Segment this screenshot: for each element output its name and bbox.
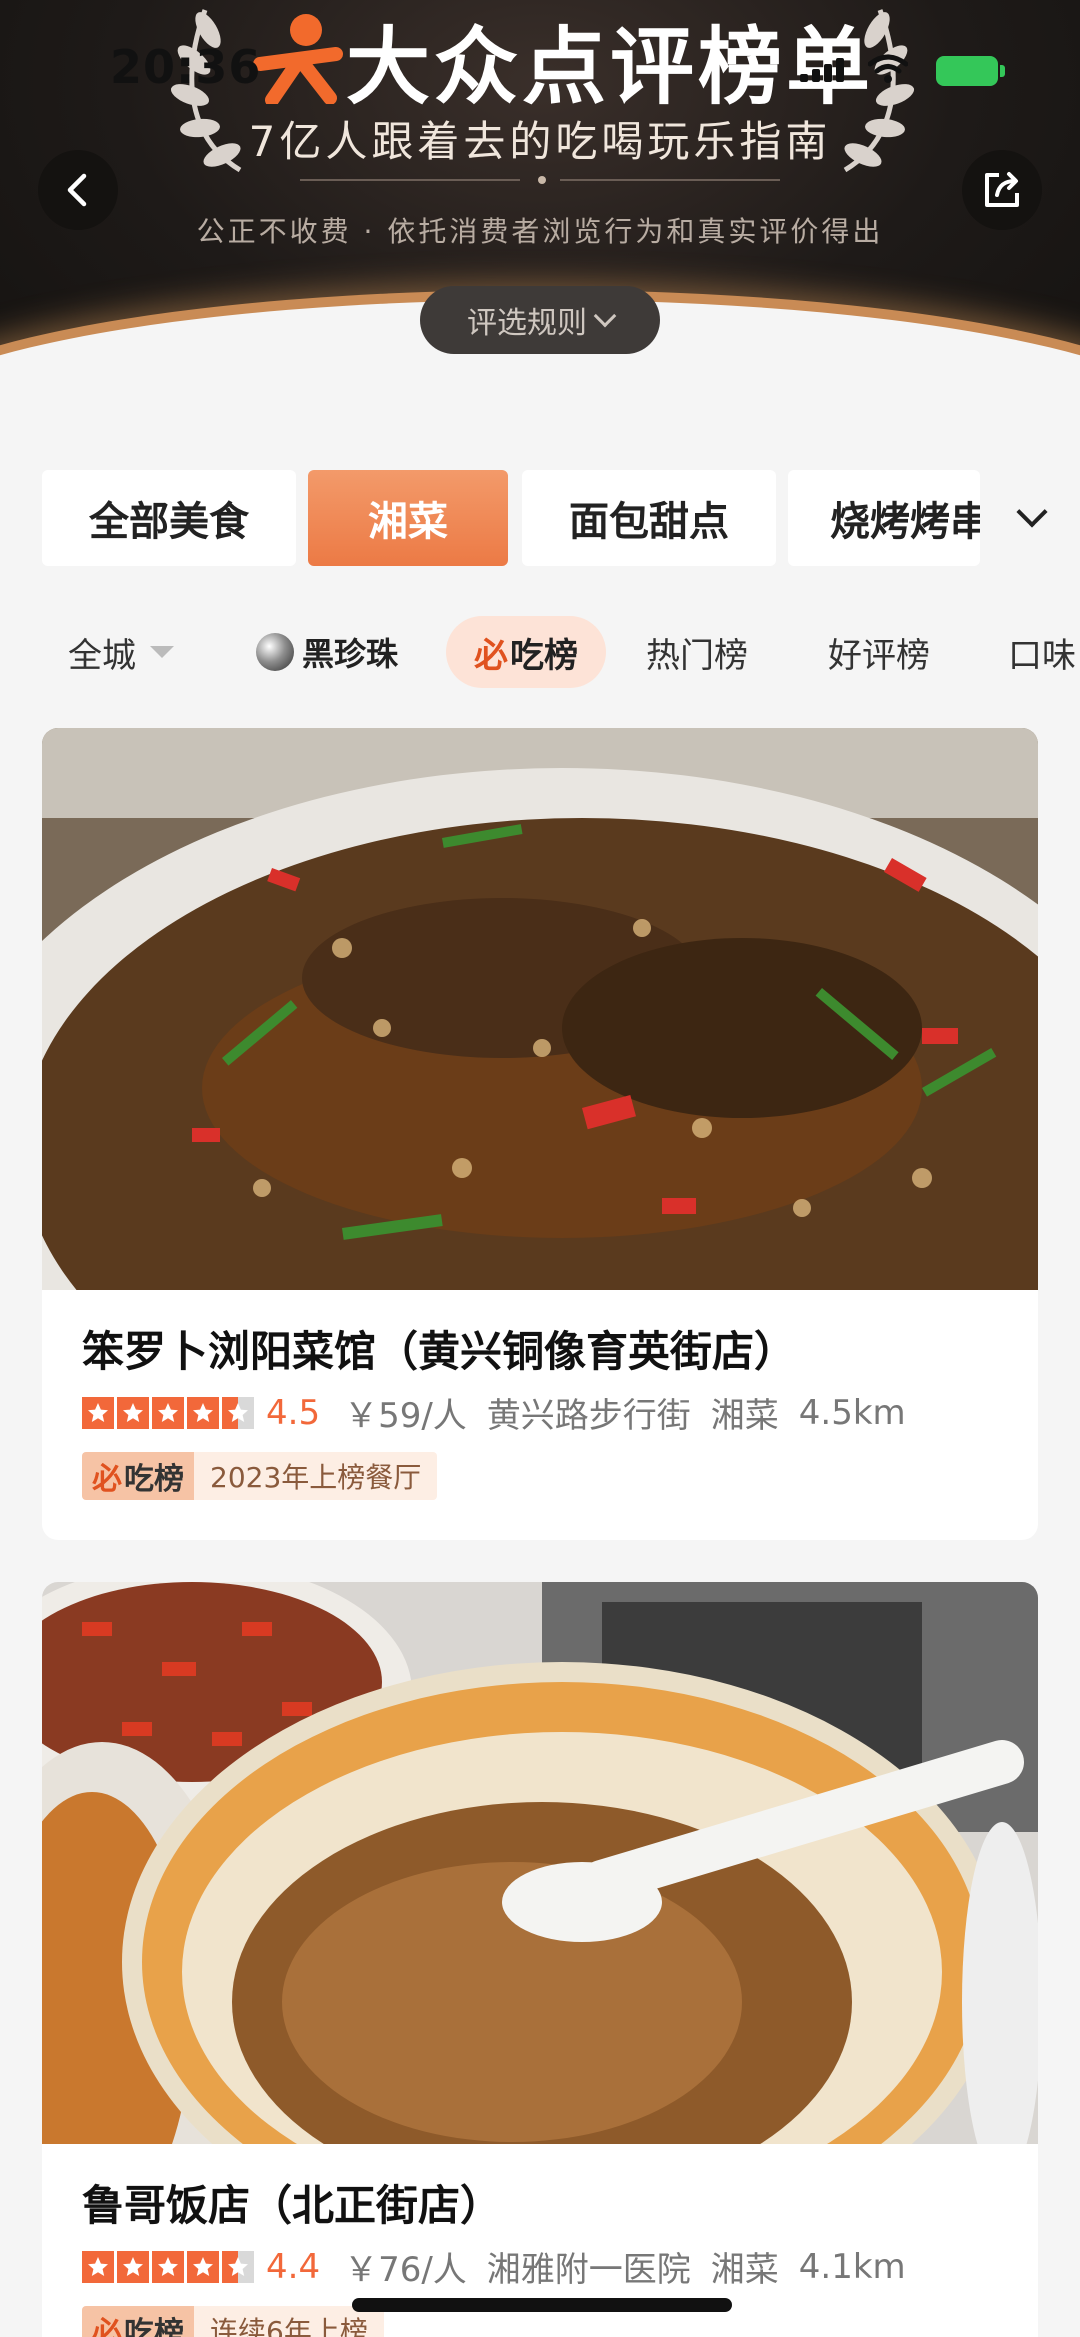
restaurant-photo: [42, 1582, 1038, 2144]
must-eat-logo-icon: 必: [92, 2316, 122, 2337]
must-eat-badge: 必 吃榜 2023年上榜餐厅: [82, 1452, 438, 1500]
star-icon: [152, 1396, 184, 1429]
star-icon: [152, 2250, 184, 2283]
wifi-icon: [868, 54, 908, 83]
divider-dot: [538, 176, 546, 184]
caret-down-icon: [150, 646, 174, 658]
city-filter-label: 全城: [68, 635, 136, 676]
rating-score: 4.5: [266, 1392, 321, 1433]
star-icon: [82, 1396, 114, 1429]
page-tagline: 公正不收费 · 依托消费者浏览行为和真实评价得出: [196, 215, 884, 248]
home-indicator[interactable]: [352, 2298, 732, 2312]
filter-taste-list[interactable]: 口味: [1008, 616, 1076, 688]
price-per-person: ￥59/人: [344, 1396, 467, 1436]
restaurant-meta: 4.4 ￥76/人 湘雅附一医院 湘菜 4.1km: [82, 2242, 926, 2291]
status-bar: 20:36: [0, 0, 1080, 140]
restaurant-name: 笨罗卜浏阳菜馆（黄兴铜像育英街店）: [82, 1327, 797, 1376]
star-icon: [222, 1396, 254, 1429]
must-eat-badge: 必 吃榜 连续6年上榜: [82, 2306, 384, 2337]
divider-left: [300, 179, 520, 181]
restaurant-photo: [42, 728, 1038, 1290]
restaurant-card[interactable]: 笨罗卜浏阳菜馆（黄兴铜像育英街店） 4.5 ￥59/人 黄兴路步行街 湘菜 4.…: [42, 728, 1038, 1540]
share-icon: [985, 172, 1019, 207]
status-time: 20:36: [110, 40, 262, 94]
restaurant-name: 鲁哥饭店（北正街店）: [82, 2181, 503, 2230]
star-icon: [82, 2250, 114, 2283]
city-filter-dropdown[interactable]: 全城: [68, 616, 174, 688]
filter-black-pearl[interactable]: 黑珍珠: [256, 616, 398, 688]
filter-good-review-list[interactable]: 好评榜: [828, 616, 930, 688]
must-eat-label: 吃榜: [510, 635, 578, 676]
category-tab-strip: 全部美食 湘菜 面包甜点 烧烤烤串: [0, 452, 980, 582]
divider-right: [560, 179, 780, 181]
black-pearl-icon: [256, 633, 294, 671]
filter-hot-list[interactable]: 热门榜: [646, 616, 748, 688]
tab-bbq[interactable]: 烧烤烤串: [788, 470, 980, 566]
more-categories-button[interactable]: [984, 470, 1080, 566]
ranking-filter-row: 全城 黑珍珠 必 吃榜 热门榜 好评榜 口味: [0, 604, 1080, 700]
price-per-person: ￥76/人: [344, 2250, 467, 2290]
star-icon: [117, 1396, 149, 1429]
battery-icon: [936, 56, 1005, 86]
cuisine-type: 湘菜: [710, 2250, 779, 2290]
star-icon: [117, 2250, 149, 2283]
signal-icon: [800, 58, 844, 82]
star-icon: [187, 1396, 219, 1429]
must-eat-badge-logo-text: 吃榜: [124, 1462, 184, 1497]
must-eat-logo-icon: 必: [92, 1462, 122, 1497]
category-tabs: 全部美食 湘菜 面包甜点 烧烤烤串: [0, 452, 1080, 582]
restaurant-card[interactable]: 鲁哥饭店（北正街店） 4.4 ￥76/人 湘雅附一医院 湘菜 4.1km 必 吃…: [42, 1582, 1038, 2337]
restaurant-meta: 4.5 ￥59/人 黄兴路步行街 湘菜 4.5km: [82, 1388, 926, 1437]
must-eat-badge-logo: 必 吃榜: [82, 2306, 194, 2337]
star-icon: [222, 2250, 254, 2283]
must-eat-badge-logo-text: 吃榜: [124, 2316, 184, 2337]
must-eat-badge-logo: 必 吃榜: [82, 1452, 194, 1500]
chevron-left-icon: [67, 173, 87, 207]
must-eat-badge-text: 2023年上榜餐厅: [194, 1452, 438, 1500]
selection-rules-button[interactable]: 评选规则: [420, 286, 660, 354]
star-rating: [82, 1396, 254, 1429]
filter-must-eat[interactable]: 必 吃榜: [446, 616, 606, 688]
chevron-down-icon: [593, 304, 617, 328]
rating-score: 4.4: [266, 2246, 321, 2287]
star-icon: [187, 2250, 219, 2283]
share-button[interactable]: [962, 150, 1042, 230]
tab-hunan-cuisine[interactable]: 湘菜: [308, 470, 508, 566]
chevron-down-icon: [1016, 496, 1048, 528]
tab-all-food[interactable]: 全部美食: [42, 470, 296, 566]
back-button[interactable]: [38, 150, 118, 230]
cuisine-type: 湘菜: [710, 1396, 779, 1436]
selection-rules-label: 评选规则: [467, 306, 587, 341]
business-area: 黄兴路步行街: [486, 1396, 691, 1436]
tab-bakery-dessert[interactable]: 面包甜点: [522, 470, 776, 566]
black-pearl-label: 黑珍珠: [302, 635, 399, 673]
business-area: 湘雅附一医院: [486, 2250, 691, 2290]
distance: 4.5km: [798, 1392, 906, 1433]
distance: 4.1km: [798, 2246, 906, 2287]
star-rating: [82, 2250, 254, 2283]
must-eat-logo-icon: 必: [474, 635, 508, 676]
